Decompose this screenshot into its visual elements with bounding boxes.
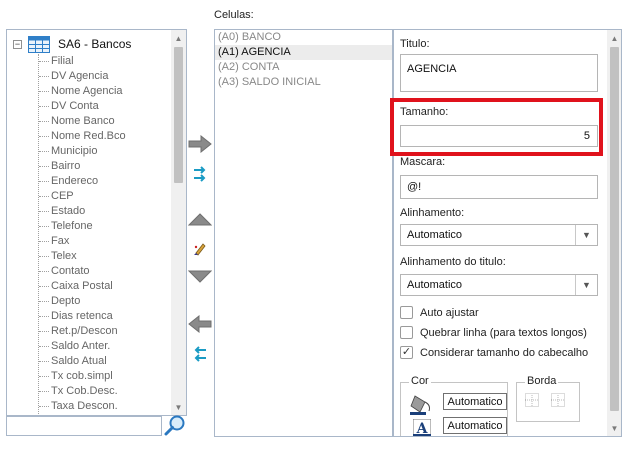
tree-scrollbar-thumb[interactable] [174,47,183,183]
table-icon [28,35,50,53]
tree-field-item[interactable]: Tx Cob.Desc. [7,384,173,399]
tree-field-item[interactable]: Nome Agencia [7,84,173,99]
alinhamento-select[interactable]: Automatico ▼ [400,224,598,246]
mascara-label: Mascara: [400,156,446,168]
tree-field-item[interactable]: Endereco [7,174,173,189]
tree-field-item[interactable]: Estado [7,204,173,219]
border-outer-icon[interactable] [551,393,565,407]
remove-all-icon [194,346,206,362]
borda-group: Borda [516,375,580,422]
tree-root-node[interactable]: − SA6 - Bancos [13,35,131,53]
scroll-up-icon[interactable]: ▲ [607,31,621,45]
auto-ajustar-label: Auto ajustar [420,306,479,319]
tree-field-item[interactable]: Ret.p/Descon [7,324,173,339]
scroll-up-icon[interactable]: ▲ [171,31,186,45]
alinhamento-titulo-select[interactable]: Automatico ▼ [400,274,598,296]
tree-scrollbar[interactable]: ▲ ▼ [171,30,186,415]
properties-scrollbar-thumb[interactable] [610,47,619,411]
tree-field-item[interactable]: Fax [7,234,173,249]
remove-all-fields-button[interactable] [187,344,213,364]
scroll-down-icon[interactable]: ▼ [171,400,186,414]
chevron-down-icon[interactable]: ▼ [575,225,597,245]
triangle-up-icon [188,213,212,226]
tree-field-item[interactable]: Nome Banco [7,114,173,129]
tree-root-label: SA6 - Bancos [58,37,132,51]
tree-field-item[interactable]: Caixa Postal [7,279,173,294]
font-color-icon: A [413,419,431,436]
arrow-right-icon [188,135,212,153]
scroll-down-icon[interactable]: ▼ [607,421,621,435]
add-field-button[interactable] [187,134,213,154]
cell-item[interactable]: (A2) CONTA [215,60,392,75]
alinhamento-label: Alinhamento: [400,207,465,219]
add-all-icon [194,166,206,182]
cor-group: Cor Automatico A Automatico [400,375,508,436]
quebrar-linha-option[interactable]: Quebrar linha (para textos longos) [400,326,587,339]
brush-icon [194,243,206,256]
tree-field-item[interactable]: Saldo Anter. [7,339,173,354]
border-inner-icon[interactable] [525,393,539,407]
cor-fill-button[interactable]: Automatico [443,393,507,410]
cell-item[interactable]: (A1) AGENCIA [215,45,392,60]
tree-field-item[interactable]: Telefone [7,219,173,234]
paint-bucket-icon [410,395,430,415]
mascara-field[interactable]: @! [400,175,598,199]
tamanho-field[interactable]: 5 [400,125,598,147]
chevron-down-icon[interactable]: ▼ [575,275,597,295]
tree-field-item[interactable]: Filial [7,54,173,69]
alinhamento-titulo-label: Alinhamento do titulo: [400,256,506,268]
tree-field-list: Filial DV Agencia Nome Agencia DV Conta Nome… [7,54,173,414]
cells-list[interactable]: (A0) BANCO (A1) AGENCIA (A2) CONTA (A3) SAL… [214,29,393,437]
cell-item[interactable]: (A0) BANCO [215,30,392,45]
tree-field-item[interactable]: CEP [7,189,173,204]
tamanho-label: Tamanho: [400,106,449,118]
quebrar-linha-checkbox[interactable] [400,326,413,339]
considerar-tamanho-option[interactable]: ✓ Considerar tamanho do cabecalho [400,346,588,359]
cell-item[interactable]: (A3) SALDO INICIAL [215,75,392,90]
tree-field-item[interactable]: Contato [7,264,173,279]
auto-ajustar-checkbox[interactable] [400,306,413,319]
tree-field-item[interactable]: Tx cob.simpl [7,369,173,384]
add-all-fields-button[interactable] [187,164,213,184]
auto-ajustar-option[interactable]: Auto ajustar [400,306,479,319]
titulo-label: Titulo: [400,38,430,50]
cor-font-button[interactable]: Automatico [443,417,507,434]
field-tree[interactable]: − SA6 - Bancos Filial DV Agencia Nome Agen… [6,29,187,416]
tree-field-item[interactable]: DV Conta [7,99,173,114]
titulo-field[interactable]: AGENCIA [400,54,598,92]
tree-field-item[interactable]: Dias retenca [7,309,173,324]
tree-field-item[interactable]: Taxa Descon. [7,399,173,414]
considerar-tamanho-label: Considerar tamanho do cabecalho [420,346,589,359]
cor-label: Cor [409,375,431,387]
triangle-down-icon [188,270,212,283]
edit-cell-button[interactable] [187,239,213,259]
alinhamento-value: Automatico [407,229,463,241]
arrow-left-icon [188,315,212,333]
collapse-icon[interactable]: − [13,39,22,49]
properties-scrollbar[interactable]: ▲ ▼ [607,30,621,436]
search-input[interactable] [6,416,162,436]
tree-field-item[interactable]: Bairro [7,159,173,174]
quebrar-linha-label: Quebrar linha (para textos longos) [420,326,587,339]
move-down-button[interactable] [187,268,213,286]
tree-field-item[interactable]: Saldo Atual [7,354,173,369]
tree-field-item[interactable]: Municipio [7,144,173,159]
borda-label: Borda [525,375,559,387]
tree-field-item[interactable]: Telex [7,249,173,264]
cells-label: Celulas: [214,9,254,21]
remove-field-button[interactable] [187,314,213,334]
tree-field-item[interactable]: DV Agencia [7,69,173,84]
tree-field-item[interactable]: Nome Red.Bco [7,129,173,144]
properties-panel: Titulo: AGENCIA Tamanho: 5 Mascara: @! A… [393,29,622,437]
tree-field-item[interactable]: Depto [7,294,173,309]
considerar-tamanho-checkbox[interactable]: ✓ [400,346,413,359]
move-up-button[interactable] [187,210,213,228]
alinhamento-titulo-value: Automatico [407,279,463,291]
search-icon[interactable] [163,413,187,437]
